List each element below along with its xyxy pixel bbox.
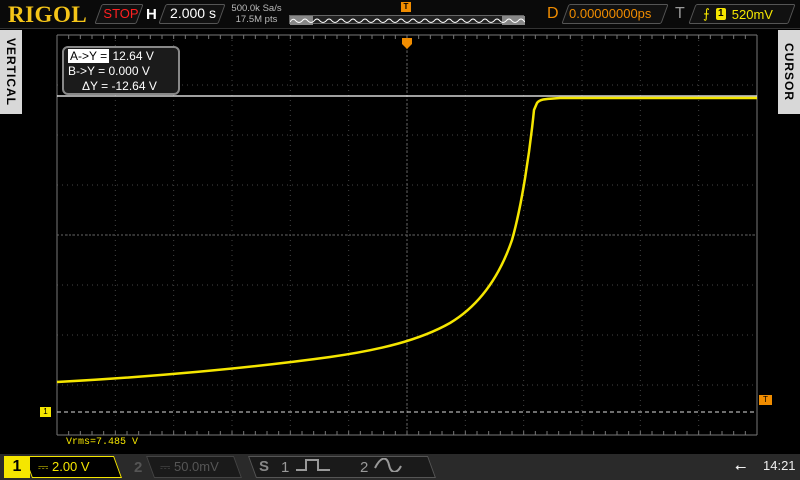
source-button[interactable] [247,456,437,478]
cursor-delta-value: -12.64 V [111,79,157,93]
vrms-measurement: Vrms=7.485 V [66,437,139,448]
ch1-ground-marker[interactable]: 1 [40,407,51,417]
ch1-number: 1 [4,456,30,478]
clock: 14:21 [763,458,796,473]
cursor-a-label: A->Y = [68,49,110,63]
cursor-readout: A->Y = 12.64 V B->Y = 0.000 V ΔY = -12.6… [62,46,180,95]
trigger-pos-arrow [402,38,412,49]
source-1: 1 [281,458,334,476]
ch1-scale: ⎓ 2.00 V [38,459,90,474]
source-2: 2 [360,457,403,476]
ch2-number: 2 [134,459,143,476]
source-2-label: 2 [360,459,369,476]
sine-wave-icon [373,457,402,473]
cursor-delta-label: ΔY = [82,79,109,93]
square-wave-icon [295,459,330,471]
source-1-label: 1 [281,459,290,476]
source-label: S [259,458,270,475]
cursor-a-value: 12.64 V [112,49,154,63]
ch2-scale: ⎓ 50.0mV [160,459,219,474]
cursor-b-value: 0.000 V [108,64,150,78]
trigger-level-marker[interactable]: T [759,395,772,405]
cursor-b-label: B->Y = [68,64,106,78]
usb-icon: ⭠ [735,458,747,474]
